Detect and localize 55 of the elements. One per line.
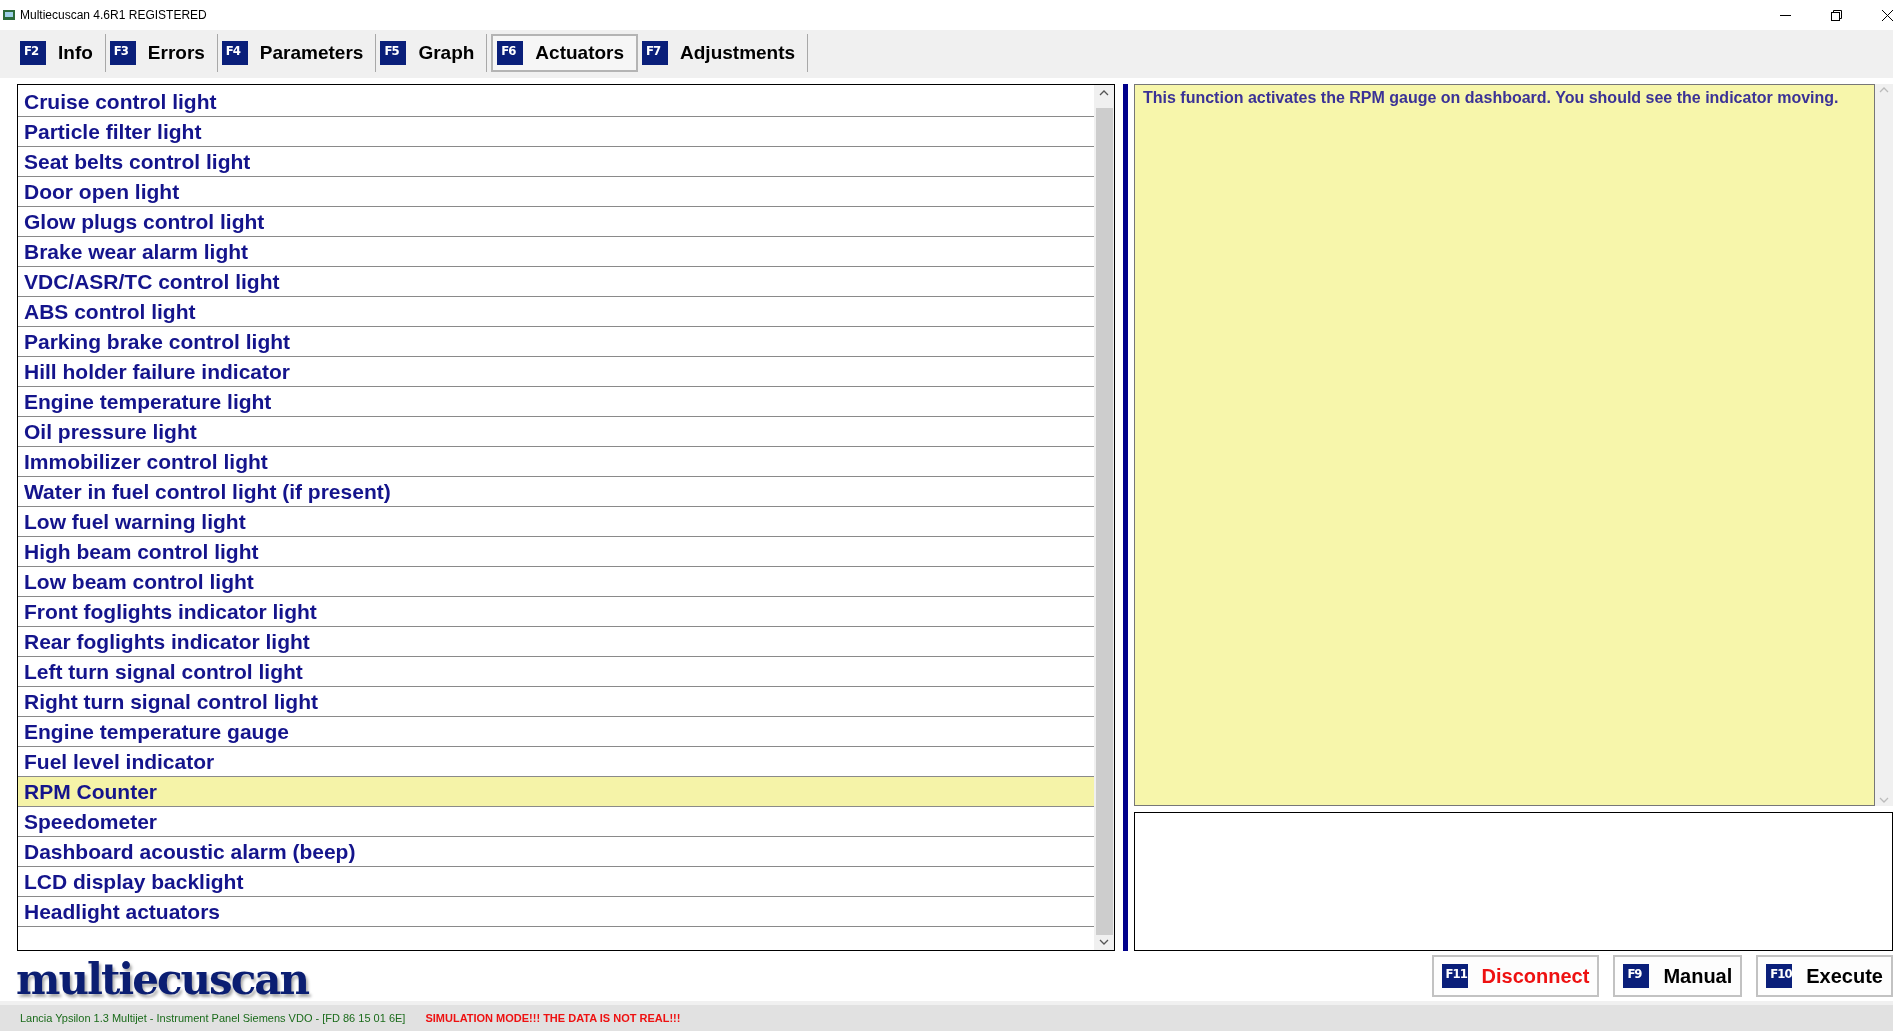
function-key-badge: F10 (1766, 964, 1793, 988)
actuator-item[interactable]: Oil pressure light (18, 417, 1094, 447)
tab[interactable]: F5 Graph (376, 34, 488, 72)
function-key-badge: F6 (497, 41, 524, 65)
actuator-item[interactable]: Engine temperature light (18, 387, 1094, 417)
actuator-item[interactable]: Headlight actuators (18, 897, 1094, 927)
tab[interactable]: F2 Info (16, 34, 106, 72)
window-title: Multiecuscan 4.6R1 REGISTERED (20, 8, 208, 22)
actuator-item[interactable]: Cruise control light (18, 87, 1094, 117)
description-text: This function activates the RPM gauge on dashboard. You should see the indicator moving. (1134, 84, 1875, 806)
function-key-badge: F4 (221, 41, 248, 65)
app-icon (2, 8, 16, 22)
actuator-item[interactable]: Immobilizer control light (18, 447, 1094, 477)
actuator-item[interactable]: Seat belts control light (18, 147, 1094, 177)
tab[interactable]: F4 Parameters (217, 34, 377, 72)
actuator-item[interactable]: Door open light (18, 177, 1094, 207)
actuator-item[interactable]: LCD display backlight (18, 867, 1094, 897)
function-key-badge: F7 (642, 41, 669, 65)
function-key-badge: F11 (1441, 964, 1468, 988)
actuator-item[interactable]: Speedometer (18, 807, 1094, 837)
scroll-down-icon[interactable] (1099, 939, 1109, 946)
actuator-item[interactable]: RPM Counter (18, 777, 1094, 807)
actuator-item[interactable]: Water in fuel control light (if present) (18, 477, 1094, 507)
vehicle-info: Lancia Ypsilon 1.3 Multijet - Instrument Panel Siemens VDO - [FD 86 15 01 6E] (20, 1012, 406, 1024)
actuator-item[interactable]: Hill holder failure indicator (18, 357, 1094, 387)
function-key-badge: F9 (1623, 964, 1650, 988)
tab[interactable]: F6 Actuators (491, 34, 639, 72)
actuator-item[interactable]: Front foglights indicator light (18, 597, 1094, 627)
actuator-item[interactable]: Parking brake control light (18, 327, 1094, 357)
simulation-warning: SIMULATION MODE!!! THE DATA IS NOT REAL!!! (425, 1012, 681, 1024)
actuator-item[interactable]: Right turn signal control light (18, 687, 1094, 717)
actuator-item[interactable]: Brake wear alarm light (18, 237, 1094, 267)
function-key-badge: F2 (20, 41, 46, 65)
actuator-item[interactable]: Low beam control light (18, 567, 1094, 597)
function-key-badge: F3 (109, 41, 136, 65)
logo-text: multiecuscan (16, 954, 310, 1004)
tab[interactable]: F7 Adjustments (638, 34, 809, 72)
scroll-up-icon[interactable] (1099, 89, 1109, 96)
actuator-item[interactable]: Particle filter light (18, 117, 1094, 147)
actuator-item[interactable]: High beam control light (18, 537, 1094, 567)
action-button[interactable]: F10 Execute (1756, 955, 1893, 997)
restore-icon[interactable] (1831, 9, 1842, 21)
close-icon[interactable] (1882, 9, 1893, 21)
tab[interactable]: F3 Errors (105, 34, 218, 72)
actuator-item[interactable]: Left turn signal control light (18, 657, 1094, 687)
actuator-item[interactable]: Rear foglights indicator light (18, 627, 1094, 657)
function-key-badge: F5 (380, 41, 407, 65)
actuator-item[interactable]: Dashboard acoustic alarm (beep) (18, 837, 1094, 867)
actuator-item[interactable]: Low fuel warning light (18, 507, 1094, 537)
actuator-item[interactable]: Engine temperature gauge (18, 717, 1094, 747)
action-button[interactable]: F9 Manual (1613, 955, 1743, 997)
action-button[interactable]: F11 Disconnect (1431, 955, 1600, 997)
actuator-item[interactable]: ABS control light (18, 297, 1094, 327)
actuator-item[interactable]: Glow plugs control light (18, 207, 1094, 237)
actuator-item[interactable]: VDC/ASR/TC control light (18, 267, 1094, 297)
